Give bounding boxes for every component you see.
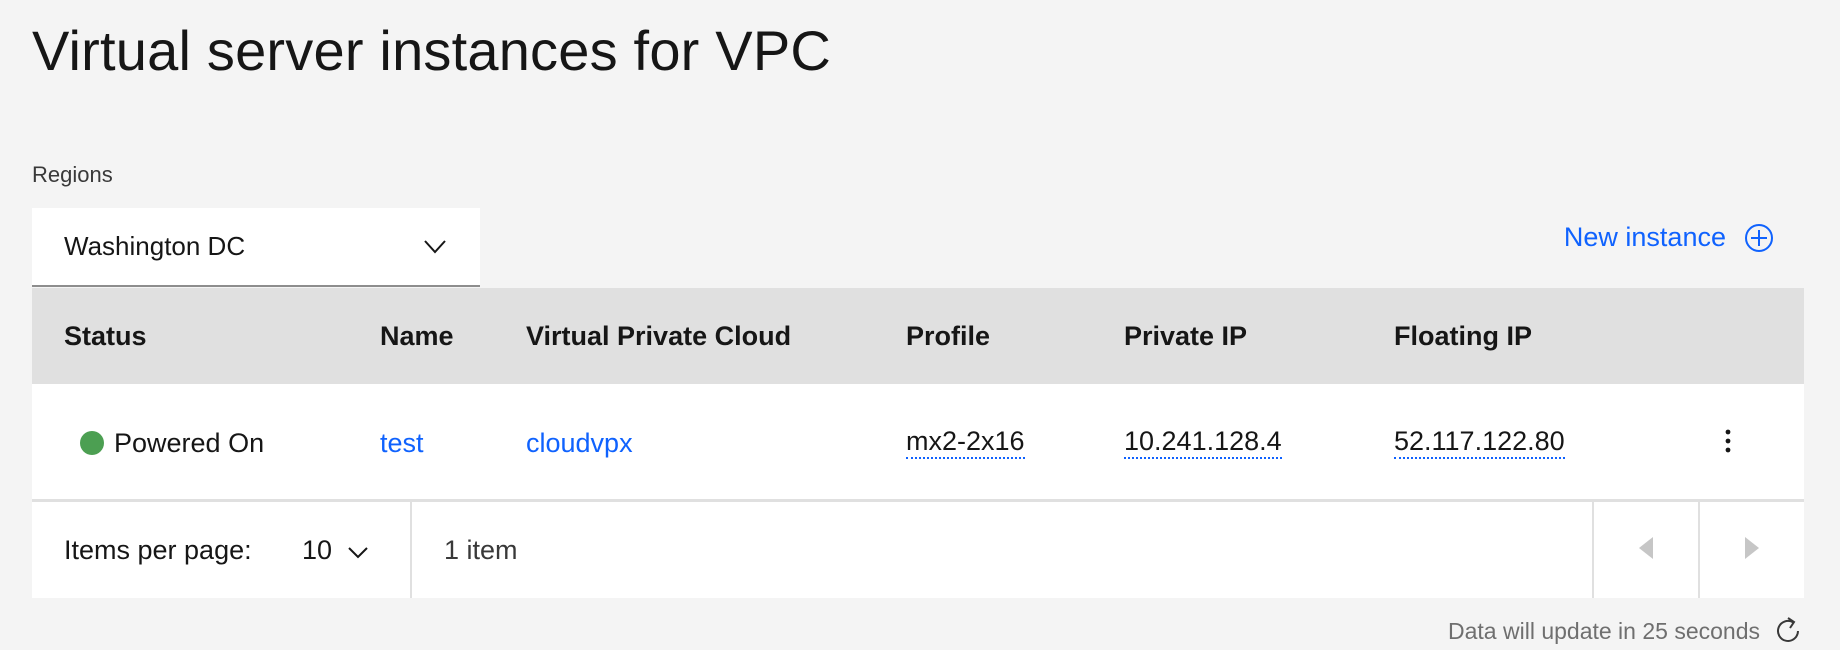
- floating-ip-cell: 52.117.122.80: [1394, 384, 1565, 502]
- add-circle-icon: [1744, 223, 1774, 253]
- chevron-down-icon: [424, 239, 446, 254]
- refresh-status: Data will update in 25 seconds: [1448, 616, 1804, 646]
- column-header-profile[interactable]: Profile: [906, 288, 990, 384]
- instances-table: Status Name Virtual Private Cloud Profil…: [32, 288, 1804, 598]
- new-instance-label: New instance: [1563, 222, 1726, 252]
- name-cell: test: [380, 384, 424, 502]
- refresh-icon[interactable]: [1774, 616, 1804, 646]
- refresh-status-text: Data will update in 25 seconds: [1448, 617, 1760, 644]
- profile-cell: mx2-2x16: [906, 384, 1025, 502]
- profile-value[interactable]: mx2-2x16: [906, 426, 1025, 460]
- pagination-bar: Items per page: 10 1 item: [32, 502, 1804, 598]
- status-cell: Powered On: [80, 384, 264, 502]
- table-row[interactable]: Powered On test cloudvpx mx2-2x16 10.241…: [32, 384, 1804, 502]
- vpc-link[interactable]: cloudvpx: [526, 428, 633, 459]
- column-header-name[interactable]: Name: [380, 288, 454, 384]
- items-per-page-select[interactable]: 10: [302, 502, 368, 598]
- column-header-private-ip[interactable]: Private IP: [1124, 288, 1247, 384]
- column-header-status[interactable]: Status: [64, 288, 147, 384]
- overflow-menu-button[interactable]: [1708, 384, 1748, 502]
- status-indicator-icon: [80, 431, 104, 455]
- items-per-page-label: Items per page:: [64, 534, 252, 565]
- private-ip-cell: 10.241.128.4: [1124, 384, 1282, 502]
- overflow-menu-icon: [1725, 429, 1731, 458]
- previous-page-button[interactable]: [1594, 502, 1698, 598]
- floating-ip-value[interactable]: 52.117.122.80: [1394, 426, 1565, 460]
- status-text: Powered On: [114, 427, 265, 458]
- private-ip-value[interactable]: 10.241.128.4: [1124, 426, 1282, 460]
- column-header-vpc[interactable]: Virtual Private Cloud: [526, 288, 791, 384]
- regions-label: Regions: [32, 162, 113, 187]
- region-dropdown[interactable]: Washington DC: [32, 208, 480, 287]
- divider: [410, 502, 412, 598]
- column-header-floating-ip[interactable]: Floating IP: [1394, 288, 1532, 384]
- region-dropdown-value: Washington DC: [64, 231, 246, 261]
- instance-name-link[interactable]: test: [380, 428, 424, 459]
- vpc-cell: cloudvpx: [526, 384, 633, 502]
- items-per-page-value: 10: [302, 534, 333, 565]
- caret-left-icon: [1638, 536, 1654, 565]
- item-count: 1 item: [444, 534, 518, 565]
- caret-right-icon: [1744, 536, 1760, 565]
- next-page-button[interactable]: [1700, 502, 1804, 598]
- chevron-down-icon: [348, 535, 368, 566]
- new-instance-button[interactable]: New instance: [1564, 222, 1774, 253]
- page-title: Virtual server instances for VPC: [32, 19, 832, 82]
- table-header: Status Name Virtual Private Cloud Profil…: [32, 288, 1804, 384]
